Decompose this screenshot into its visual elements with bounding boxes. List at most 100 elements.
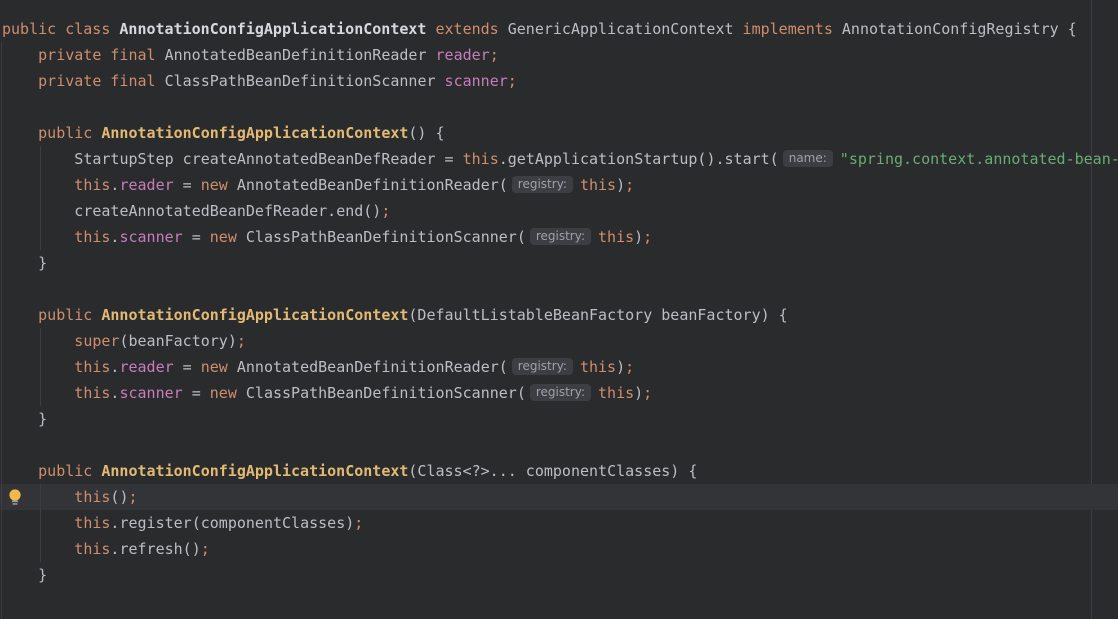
code-line[interactable]: this.reader = new AnnotatedBeanDefinitio…: [0, 172, 1118, 198]
code-token-def: .refresh(): [110, 540, 200, 558]
code-line[interactable]: public class AnnotationConfigApplication…: [0, 16, 1118, 42]
code-line[interactable]: private final AnnotatedBeanDefinitionRea…: [0, 42, 1118, 68]
code-token-kw: ;: [201, 540, 210, 558]
code-token-kw: this: [74, 488, 110, 506]
code-token-kw: ;: [381, 202, 390, 220]
code-token-kw: public: [38, 462, 101, 480]
code-token-kw: ;: [643, 384, 652, 402]
code-token-kw: private final: [38, 72, 164, 90]
code-line[interactable]: }: [0, 250, 1118, 276]
code-token-field: reader: [119, 176, 173, 194]
code-token-def: }: [38, 410, 47, 428]
code-token-def: StartupStep createAnnotatedBeanDefReader…: [74, 150, 462, 168]
code-token-field: reader: [119, 358, 173, 376]
code-token-field: scanner: [119, 384, 182, 402]
code-token-kw: ;: [354, 514, 363, 532]
code-token-kw: this: [463, 150, 499, 168]
code-token-def: }: [38, 566, 47, 584]
code-token-kw: public class: [2, 20, 119, 38]
code-line[interactable]: super(beanFactory);: [0, 328, 1118, 354]
code-line[interactable]: this.scanner = new ClassPathBeanDefiniti…: [0, 380, 1118, 406]
code-editor[interactable]: public class AnnotationConfigApplication…: [0, 0, 1118, 619]
code-line[interactable]: StartupStep createAnnotatedBeanDefReader…: [0, 146, 1118, 172]
code-token-kw: ;: [508, 72, 517, 90]
code-token-kw: this: [74, 358, 110, 376]
code-token-def: (beanFactory): [119, 332, 236, 350]
code-token-kw: this: [74, 176, 110, 194]
code-line[interactable]: }: [0, 562, 1118, 588]
indent-guide: [40, 484, 41, 562]
code-token-kw: this: [580, 358, 616, 376]
code-token-kw: implements: [743, 20, 833, 38]
code-token-def: .register(componentClasses): [110, 514, 354, 532]
code-token-def: ClassPathBeanDefinitionScanner(: [237, 384, 526, 402]
code-token-cdecl: AnnotationConfigApplicationContext: [119, 20, 426, 38]
code-token-def: AnnotatedBeanDefinitionReader(: [228, 176, 508, 194]
code-token-def: =: [183, 384, 210, 402]
inlay-hint: registry:: [512, 176, 573, 193]
code-token-kw: public: [38, 306, 101, 324]
code-token-kw: ;: [237, 332, 246, 350]
code-token-def: ClassPathBeanDefinitionScanner: [165, 72, 445, 90]
code-token-def: AnnotationConfigRegistry {: [833, 20, 1077, 38]
code-token-def: (): [110, 488, 128, 506]
code-token-def: ): [616, 176, 625, 194]
code-token-field: reader: [436, 46, 490, 64]
code-token-mdecl: AnnotationConfigApplicationContext: [101, 306, 408, 324]
code-token-kw: new: [210, 384, 237, 402]
code-token-kw: this: [74, 228, 110, 246]
code-line[interactable]: public AnnotationConfigApplicationContex…: [0, 458, 1118, 484]
code-token-def: }: [38, 254, 47, 272]
code-token-def: =: [174, 176, 201, 194]
code-line[interactable]: [0, 588, 1118, 614]
code-token-kw: private final: [38, 46, 164, 64]
code-token-kw: ;: [643, 228, 652, 246]
code-token-kw: this: [74, 384, 110, 402]
indent-guide: [40, 146, 41, 250]
inlay-hint: name:: [783, 150, 833, 167]
code-token-def: ClassPathBeanDefinitionScanner(: [237, 228, 526, 246]
code-line[interactable]: this.reader = new AnnotatedBeanDefinitio…: [0, 354, 1118, 380]
code-line[interactable]: this.refresh();: [0, 536, 1118, 562]
code-line[interactable]: this.register(componentClasses);: [0, 510, 1118, 536]
code-token-def: ): [634, 228, 643, 246]
code-line[interactable]: public AnnotationConfigApplicationContex…: [0, 302, 1118, 328]
code-token-def: ): [616, 358, 625, 376]
code-token-field: scanner: [119, 228, 182, 246]
code-lines: public class AnnotationConfigApplication…: [0, 16, 1118, 614]
intention-lightbulb-icon[interactable]: [6, 488, 24, 506]
code-token-def: createAnnotatedBeanDefReader.end(): [74, 202, 381, 220]
code-token-def: (Class<?>... componentClasses) {: [408, 462, 697, 480]
code-token-def: () {: [408, 124, 444, 142]
code-token-def: GenericApplicationContext: [499, 20, 743, 38]
code-line[interactable]: private final ClassPathBeanDefinitionSca…: [0, 68, 1118, 94]
code-line[interactable]: this.scanner = new ClassPathBeanDefiniti…: [0, 224, 1118, 250]
code-token-kw: this: [580, 176, 616, 194]
code-token-kw: ;: [128, 488, 137, 506]
code-token-kw: public: [38, 124, 101, 142]
code-token-def: =: [174, 358, 201, 376]
code-token-def: ): [634, 384, 643, 402]
code-token-kw: ;: [490, 46, 499, 64]
code-token-kw: this: [74, 514, 110, 532]
code-token-kw: extends: [435, 20, 498, 38]
code-token-def: .getApplicationStartup().start(: [499, 150, 779, 168]
code-line[interactable]: public AnnotationConfigApplicationContex…: [0, 120, 1118, 146]
code-line-caret[interactable]: this();: [0, 484, 1118, 510]
code-token-kw: ;: [625, 358, 634, 376]
code-token-kw: this: [598, 384, 634, 402]
code-token-def: AnnotatedBeanDefinitionReader(: [228, 358, 508, 376]
code-token-kw: new: [201, 176, 228, 194]
code-token-str: "spring.context.annotated-bean-re: [840, 150, 1118, 168]
indent-guide: [1, 42, 2, 619]
inlay-hint: registry:: [512, 358, 573, 375]
code-line[interactable]: [0, 276, 1118, 302]
code-token-mdecl: AnnotationConfigApplicationContext: [101, 124, 408, 142]
code-line[interactable]: }: [0, 406, 1118, 432]
code-token-field: scanner: [445, 72, 508, 90]
code-line[interactable]: [0, 94, 1118, 120]
code-token-def: =: [183, 228, 210, 246]
code-line[interactable]: createAnnotatedBeanDefReader.end();: [0, 198, 1118, 224]
code-token-def: (DefaultListableBeanFactory beanFactory)…: [408, 306, 787, 324]
code-line[interactable]: [0, 432, 1118, 458]
